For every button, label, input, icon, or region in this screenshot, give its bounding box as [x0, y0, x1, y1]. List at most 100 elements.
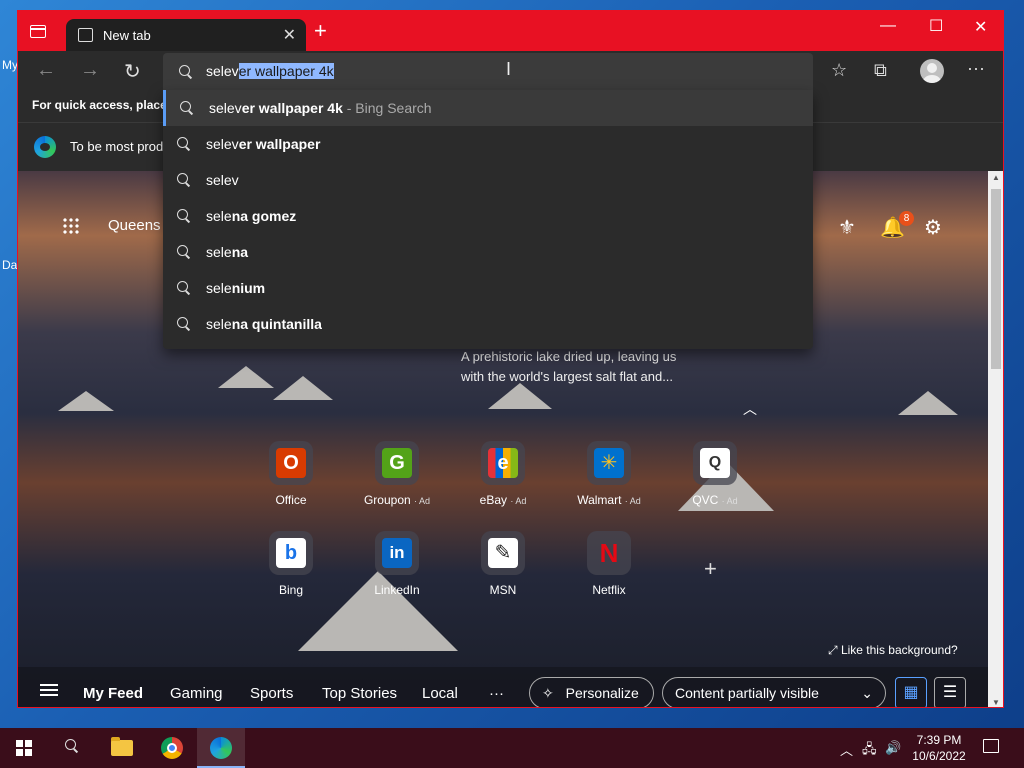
- tile-glyph: O: [276, 448, 306, 478]
- suggestion-prefix: selev: [209, 100, 242, 116]
- browser-window: New tab ✕ + — ☐ ✕ ← → ↻ ☆ ⧉ ··· For quic…: [17, 10, 1004, 708]
- page-settings-gear-icon[interactable]: ⚙: [924, 215, 942, 240]
- scroll-thumb[interactable]: [991, 189, 1001, 369]
- address-bar[interactable]: selever wallpaper 4k I: [163, 53, 813, 90]
- suggestion-completion: nium: [231, 280, 266, 296]
- suggestion-prefix: sele: [206, 208, 232, 224]
- suggestion-item[interactable]: selena: [163, 234, 813, 270]
- settings-more-icon[interactable]: ···: [967, 58, 985, 79]
- close-window-button[interactable]: ✕: [974, 17, 987, 37]
- menu-icon[interactable]: [40, 689, 58, 691]
- suggestion-completion: na gomez: [231, 208, 297, 224]
- tab-new-tab[interactable]: New tab ✕: [66, 19, 306, 51]
- search-icon: [179, 65, 193, 79]
- new-tab-button[interactable]: +: [314, 20, 327, 42]
- scroll-up-icon[interactable]: ▲: [988, 173, 1003, 182]
- action-center-icon[interactable]: [983, 739, 999, 753]
- taskbar-search-button[interactable]: [48, 728, 96, 768]
- app-launcher-icon[interactable]: [62, 217, 80, 235]
- network-icon[interactable]: 🖧: [862, 740, 877, 762]
- bing-icon: b: [269, 531, 313, 575]
- tile-glyph: Q: [700, 448, 730, 478]
- desktop-icon-label[interactable]: My: [2, 58, 18, 72]
- tray-chevron-up-icon[interactable]: ︿: [840, 740, 853, 759]
- suggestion-completion: er wallpaper: [238, 136, 321, 152]
- personalize-button[interactable]: ✧ Personalize: [529, 677, 654, 707]
- quick-link-office[interactable]: O Office: [241, 441, 341, 507]
- more-tabs-button[interactable]: ···: [489, 685, 504, 702]
- clock[interactable]: 7:39 PM 10/6/2022: [906, 732, 972, 764]
- tile-glyph: ✎: [488, 538, 518, 568]
- scrollbar[interactable]: ▲ ▼: [988, 171, 1003, 707]
- taskbar-file-explorer[interactable]: [98, 728, 146, 768]
- chevron-down-icon: ⌄: [861, 685, 873, 701]
- suggestion-item[interactable]: selena gomez: [163, 198, 813, 234]
- list-view-button[interactable]: ☰: [934, 677, 966, 707]
- tab-gaming[interactable]: Gaming: [170, 685, 223, 702]
- taskbar-edge[interactable]: [197, 728, 245, 768]
- text-cursor-icon: I: [506, 59, 512, 79]
- suggestion-prefix: selev: [206, 136, 239, 152]
- quick-link-msn[interactable]: ✎ MSN: [453, 531, 553, 597]
- quick-link-linkedin[interactable]: in LinkedIn: [347, 531, 447, 597]
- search-icon: [177, 209, 191, 223]
- quick-link-netflix[interactable]: N Netflix: [559, 531, 659, 597]
- content-visibility-label: Content partially visible: [675, 685, 819, 701]
- suggestion-hint: - Bing Search: [342, 100, 432, 116]
- address-input[interactable]: selever wallpaper 4k: [206, 63, 334, 79]
- ebay-icon: e: [481, 441, 525, 485]
- quick-link-groupon[interactable]: G Groupon · Ad: [347, 441, 447, 507]
- tab-local[interactable]: Local: [422, 685, 458, 702]
- tab-top-stories[interactable]: Top Stories: [322, 685, 397, 702]
- suggestion-item[interactable]: selena quintanilla: [163, 306, 813, 342]
- background-image: [273, 376, 333, 400]
- suggestion-item[interactable]: selenium: [163, 270, 813, 306]
- quick-link-ebay[interactable]: e eBay · Ad: [453, 441, 553, 507]
- collections-icon[interactable]: ⧉: [874, 60, 887, 81]
- profile-avatar[interactable]: [920, 59, 944, 83]
- sparkle-icon: ✧: [542, 685, 554, 701]
- close-tab-icon[interactable]: ✕: [283, 25, 296, 45]
- background-image: [58, 391, 114, 411]
- tile-glyph: N: [599, 538, 619, 568]
- notification-badge: 8: [899, 211, 914, 226]
- quick-link-qvc[interactable]: Q QVC · Ad: [665, 441, 765, 507]
- taskbar-chrome[interactable]: [148, 728, 196, 768]
- chevron-up-icon[interactable]: ︿: [743, 399, 757, 419]
- grid-view-button[interactable]: ▦: [895, 677, 927, 707]
- weather-location[interactable]: Queens: [108, 217, 161, 234]
- suggestion-prefix: sele: [206, 316, 232, 332]
- tile-label: MSN: [489, 583, 517, 597]
- like-background-link[interactable]: ⤢ Like this background?: [828, 643, 958, 658]
- image-caption[interactable]: A prehistoric lake dried up, leaving us …: [461, 347, 721, 387]
- msn-icon: ✎: [481, 531, 525, 575]
- favorites-icon[interactable]: ☆: [831, 60, 847, 81]
- quick-link-walmart[interactable]: ✳ Walmart · Ad: [559, 441, 659, 507]
- clock-date: 10/6/2022: [912, 749, 966, 763]
- tab-actions-icon[interactable]: [30, 25, 46, 38]
- volume-icon[interactable]: 🔊: [885, 740, 901, 756]
- chrome-icon: [161, 737, 183, 759]
- tile-label: Groupon: [363, 493, 411, 507]
- scroll-down-icon[interactable]: ▼: [988, 698, 1003, 707]
- new-tab-page-icon: [78, 28, 93, 42]
- rewards-icon[interactable]: ⚜: [838, 215, 856, 240]
- search-icon: [65, 739, 79, 753]
- add-quick-link-button[interactable]: +: [704, 556, 717, 582]
- tile-glyph: in: [382, 538, 412, 568]
- back-button[interactable]: ←: [36, 59, 56, 82]
- tab-my-feed[interactable]: My Feed: [83, 685, 143, 702]
- start-button[interactable]: [0, 728, 48, 768]
- suggestion-item[interactable]: selev: [163, 162, 813, 198]
- tab-sports[interactable]: Sports: [250, 685, 293, 702]
- suggestion-item[interactable]: selever wallpaper: [163, 126, 813, 162]
- refresh-button[interactable]: ↻: [124, 59, 141, 84]
- forward-button[interactable]: →: [80, 59, 100, 82]
- folder-icon: [111, 737, 133, 756]
- suggestion-item[interactable]: selever wallpaper 4k - Bing Search: [163, 90, 813, 126]
- desktop-icon-label[interactable]: Da: [2, 258, 17, 272]
- content-visibility-dropdown[interactable]: Content partially visible ⌄: [662, 677, 886, 707]
- minimize-button[interactable]: —: [880, 17, 896, 35]
- maximize-button[interactable]: ☐: [929, 16, 943, 36]
- quick-link-bing[interactable]: b Bing: [241, 531, 341, 597]
